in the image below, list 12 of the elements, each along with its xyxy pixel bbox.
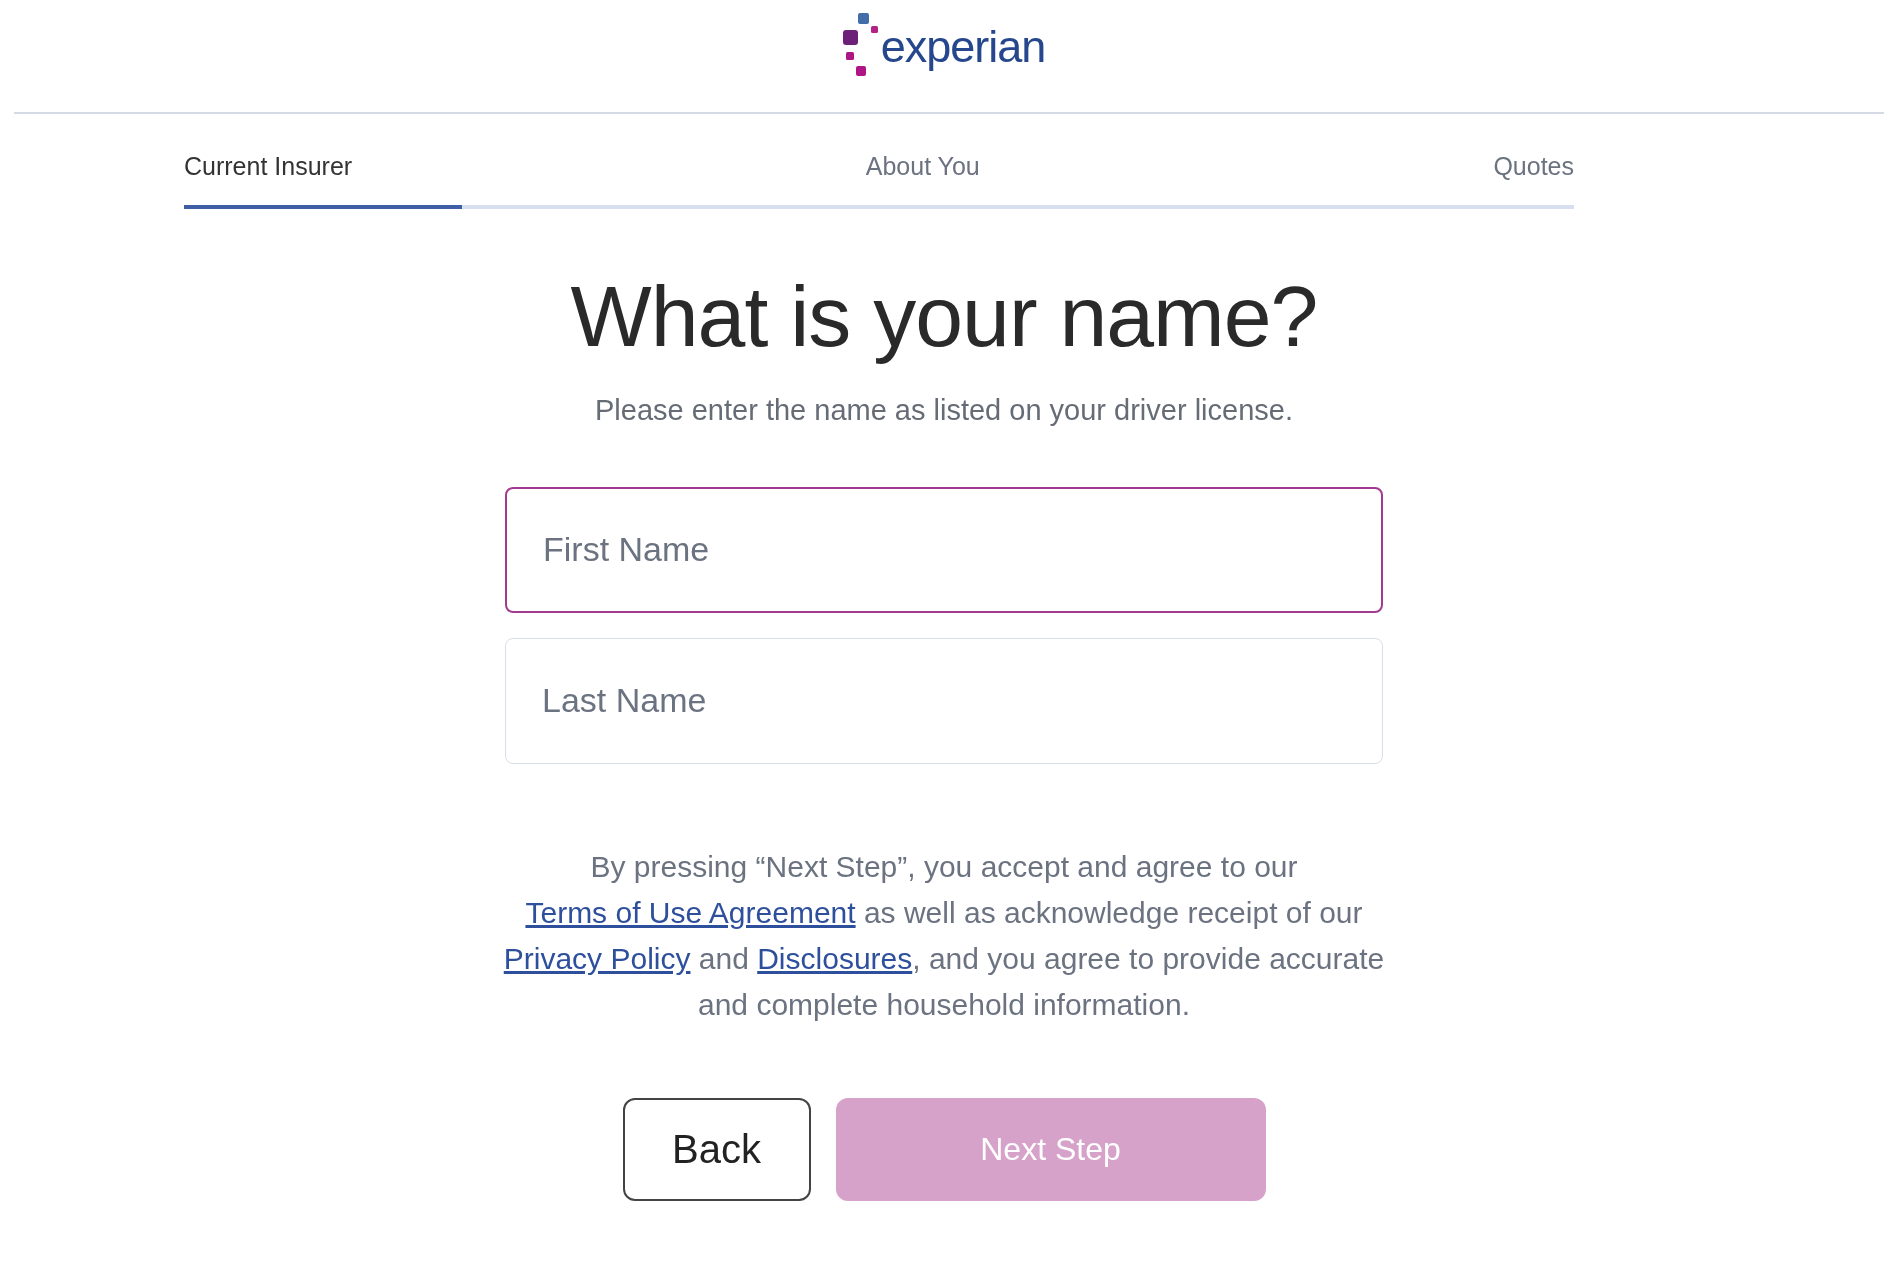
page-heading: What is your name? [570, 269, 1318, 364]
disclaimer-text: By pressing “Next Step”, you accept and agree to our Terms of Use Agreement as well as acknowledge receipt of our Privacy Policy and Disclosures, and you agree to provide accurate and complete household information. [502, 848, 1386, 1023]
step-tab[interactable]: Current Insurer [184, 152, 353, 205]
input-field[interactable]: First Name [505, 486, 1383, 613]
back-button[interactable]: Back [622, 1097, 811, 1201]
step-tab[interactable]: About You [865, 152, 980, 205]
logo-text: experian [880, 24, 1046, 69]
step-tab[interactable]: Quotes [1493, 152, 1574, 205]
link[interactable]: Privacy Policy [503, 941, 691, 975]
link[interactable]: Disclosures [757, 941, 913, 975]
instruction-text: Please enter the name as listed on your driver license. [595, 393, 1293, 427]
link[interactable]: Terms of Use Agreement [525, 895, 856, 929]
